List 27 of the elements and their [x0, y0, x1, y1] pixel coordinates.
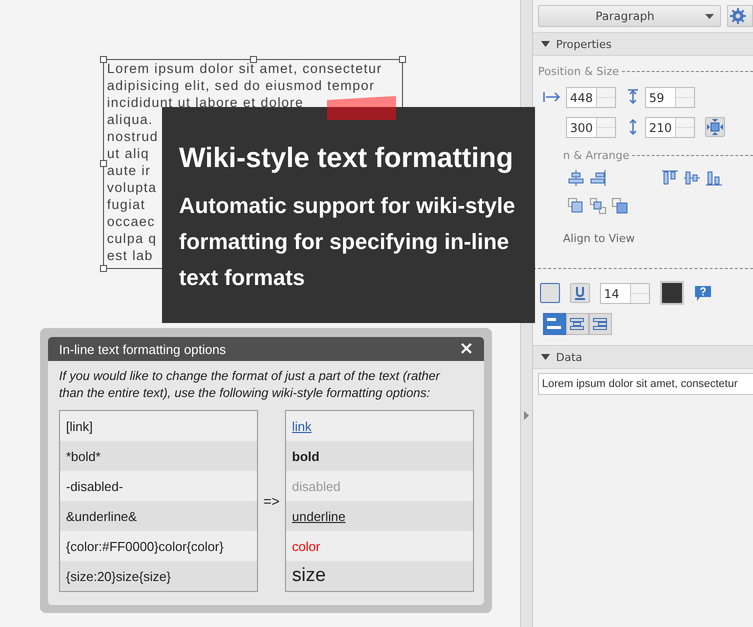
text-line: incididunt ut labore et dolore — [107, 94, 304, 111]
formatted-text: disabled — [292, 478, 340, 494]
text-line: aute ir — [107, 162, 151, 179]
text-line: aliqua. — [107, 111, 154, 128]
text-line: Lorem ipsum dolor sit amet, consectetur — [107, 60, 382, 77]
text-line: nostrud — [107, 128, 158, 145]
table-cell: *bold* — [60, 441, 257, 471]
group-label: n & Arrange — [563, 149, 630, 162]
text-line: ut aliq — [107, 145, 150, 162]
text-line: occaec — [107, 213, 156, 230]
formatted-text: color — [292, 538, 320, 554]
formatted-text: size — [292, 565, 326, 587]
callout-text: Automatic support for wiki-style formatting for specifying in-line text formats — [179, 192, 516, 292]
text-line: fugiat — [107, 196, 146, 213]
text-line: adipisicing elit, sed do eiusmod tempor — [107, 77, 375, 94]
text-line: culpa q — [107, 230, 157, 247]
formatted-text: underline — [292, 508, 346, 524]
text-line: volupta — [107, 179, 157, 196]
description-text: If you would like to change the format of just a part of the text (rather than the entire text), use the following wiki-style formatting options: — [59, 368, 442, 402]
group-label: Position & Size — [538, 65, 619, 78]
callout-title: Wiki-style text formatting — [179, 142, 514, 174]
table-cell: {size:20}size{size} — [60, 561, 257, 591]
formatted-text: bold — [292, 448, 320, 464]
table-cell: &underline& — [60, 501, 257, 531]
arrow-text: => — [262, 493, 281, 509]
text-line: est lab — [107, 247, 154, 264]
dialog-title: In-line text formatting options — [59, 342, 226, 356]
